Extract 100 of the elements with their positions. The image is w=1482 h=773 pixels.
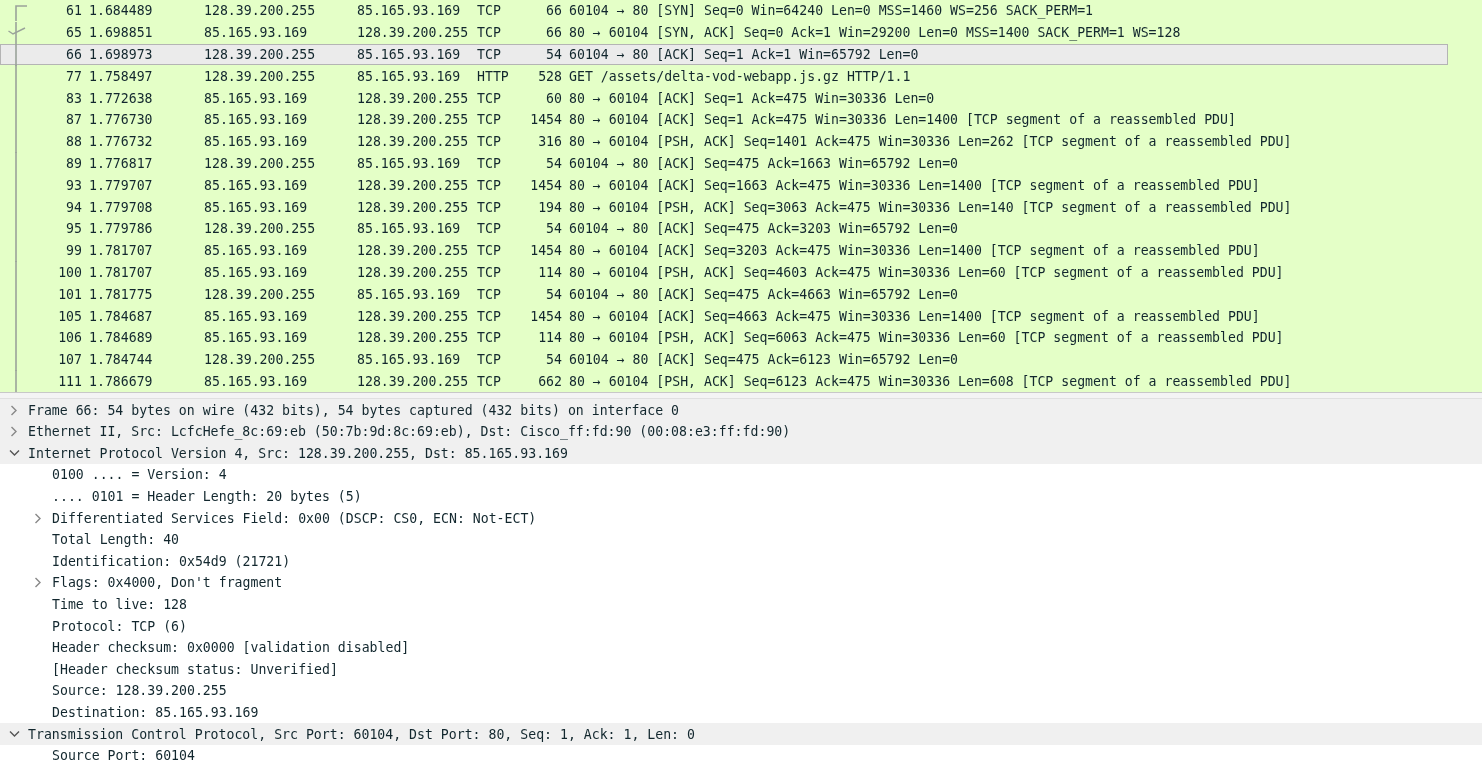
tree-item-text: Source Port: 60104 [52,748,195,764]
packet-info: 80 → 60104 [ACK] Seq=4663 Ack=475 Win=30336 Len=1400 [TCP segment of a reassembled PDU] [568,308,1260,324]
protocol: TCP [477,330,502,346]
destination-address: 128.39.200.255 [357,330,470,346]
packet-length: 1454 [529,243,562,259]
tree-line[interactable]: [Header checksum status: Unverified] [0,658,1482,681]
packet-time: 1.781775 [88,286,154,302]
packet-length: 114 [537,264,562,280]
tree-line[interactable]: Differentiated Services Field: 0x00 (DSCP: CS0, ECN: Not-ECT) [0,507,1482,529]
packet-row[interactable]: 94 1.779708 85.165.93.169 128.39.200.255 TCP 194 80 → 60104 [PSH, ACK] Seq=3063 Ack=475 Win=30336 Len=140 [TCP segment of a reassembled PDU] [0,196,1448,218]
packet-info: 80 → 60104 [PSH, ACK] Seq=1401 Ack=475 Win=30336 Len=262 [TCP segment of a reassembled PDU] [568,134,1292,150]
source-address: 85.165.93.169 [204,177,309,193]
packet-info: 80 → 60104 [ACK] Seq=1 Ack=475 Win=30336 Len=0 [568,90,935,106]
destination-address: 128.39.200.255 [357,90,470,106]
chevron-down-icon[interactable] [8,449,20,458]
packet-time: 1.698851 [88,25,154,41]
packet-row[interactable]: 106 1.784689 85.165.93.169 128.39.200.255 TCP 114 80 → 60104 [PSH, ACK] Seq=6063 Ack=475 Win=30336 Len=60 [TCP segment of a reassembled PDU] [0,326,1448,349]
protocol: TCP [477,155,502,171]
destination-address: 128.39.200.255 [357,308,470,324]
packet-row[interactable]: 65 1.698851 85.165.93.169 128.39.200.255 TCP 66 80 → 60104 [SYN, ACK] Seq=0 Ack=1 Win=29200 Len=0 MSS=1400 SACK_PERM=1 WS=128 [0,21,1448,44]
packet-number: 88 [65,134,82,150]
packet-length: 66 [545,3,562,19]
packet-number: 105 [57,308,82,324]
tree-line[interactable]: Total Length: 40 [0,528,1482,551]
packet-number: 100 [57,264,82,280]
tree-line[interactable]: Identification: 0x54d9 (21721) [0,550,1482,573]
packet-number: 95 [65,221,82,237]
packet-info: 60104 → 80 [ACK] Seq=1 Ack=1 Win=65792 Len=0 [568,47,919,62]
pane-splitter[interactable] [0,392,1482,400]
packet-length: 528 [537,68,562,84]
packet-row[interactable]: 88 1.776732 85.165.93.169 128.39.200.255 TCP 316 80 → 60104 [PSH, ACK] Seq=1401 Ack=475 Win=30336 Len=262 [TCP segment of a reassembled PDU] [0,130,1448,153]
packet-row[interactable]: 105 1.784687 85.165.93.169 128.39.200.255 TCP 1454 80 → 60104 [ACK] Seq=4663 Ack=475 Win=30336 Len=1400 [TCP segment of a reassembled PDU] [0,305,1448,327]
protocol: TCP [477,25,502,41]
packet-length: 662 [537,373,562,389]
destination-address: 85.165.93.169 [357,352,462,368]
packet-row[interactable]: 89 1.776817 128.39.200.255 85.165.93.169 TCP 54 60104 → 80 [ACK] Seq=475 Ack=1663 Win=65792 Len=0 [0,152,1448,175]
packet-length: 54 [545,47,562,62]
packet-time: 1.781707 [88,243,154,259]
packet-row[interactable]: 101 1.781775 128.39.200.255 85.165.93.169 TCP 54 60104 → 80 [ACK] Seq=475 Ack=4663 Win=65792 Len=0 [0,283,1448,306]
tree-line[interactable]: Protocol: TCP (6) [0,615,1482,637]
packet-number: 94 [65,199,82,215]
packet-info: 80 → 60104 [PSH, ACK] Seq=4603 Ack=475 Win=30336 Len=60 [TCP segment of a reassembled PDU] [568,264,1284,280]
protocol: TCP [477,177,502,193]
tree-line[interactable]: Header checksum: 0x0000 [validation disabled] [0,636,1482,659]
packet-time: 1.776730 [88,112,154,128]
packet-row[interactable]: 83 1.772638 85.165.93.169 128.39.200.255 TCP 60 80 → 60104 [ACK] Seq=1 Ack=475 Win=30336 Len=0 [0,87,1448,109]
packet-number: 65 [65,25,82,41]
destination-address: 85.165.93.169 [357,221,462,237]
packet-info: 80 → 60104 [ACK] Seq=3203 Ack=475 Win=30336 Len=1400 [TCP segment of a reassembled PDU] [568,243,1260,259]
packet-row[interactable]: 107 1.784744 128.39.200.255 85.165.93.169 TCP 54 60104 → 80 [ACK] Seq=475 Ack=6123 Win=65792 Len=0 [0,348,1448,371]
destination-address: 128.39.200.255 [357,243,470,259]
packet-row[interactable]: 111 1.786679 85.165.93.169 128.39.200.255 TCP 662 80 → 60104 [PSH, ACK] Seq=6123 Ack=475 Win=30336 Len=608 [TCP segment of a reassembled PDU] [0,370,1448,393]
source-address: 85.165.93.169 [204,134,309,150]
packet-row[interactable]: 99 1.781707 85.165.93.169 128.39.200.255 TCP 1454 80 → 60104 [ACK] Seq=3203 Ack=475 Win=30336 Len=1400 [TCP segment of a reassembled PDU] [0,239,1448,262]
protocol: TCP [477,373,502,389]
packet-number: 107 [57,352,82,368]
source-address: 128.39.200.255 [204,68,317,84]
chevron-down-icon[interactable] [8,730,20,739]
packet-number: 111 [57,373,82,389]
conversation-start-icon [15,5,27,22]
protocol: TCP [477,112,502,128]
packet-number: 61 [65,3,82,19]
chevron-right-icon[interactable] [10,404,18,416]
tree-item-text: 0100 .... = Version: 4 [52,467,227,483]
tree-item-text: Differentiated Services Field: 0x00 (DSCP: CS0, ECN: Not-ECT) [52,510,537,526]
packet-info: 80 → 60104 [SYN, ACK] Seq=0 Ack=1 Win=29200 Len=0 MSS=1400 SACK_PERM=1 WS=128 [568,25,1181,41]
source-address: 85.165.93.169 [204,308,309,324]
tree-line[interactable]: Destination: 85.165.93.169 [0,701,1482,724]
packet-info: 80 → 60104 [PSH, ACK] Seq=6063 Ack=475 Win=30336 Len=60 [TCP segment of a reassembled PDU] [568,330,1284,346]
check-line-icon [8,21,26,44]
source-address: 128.39.200.255 [204,3,317,19]
tree-item-text: Destination: 85.165.93.169 [52,704,259,720]
packet-row[interactable]: 77 1.758497 128.39.200.255 85.165.93.169 HTTP 528 GET /assets/delta-vod-webapp.js.gz HTTP/1.1 [0,65,1448,88]
source-address: 85.165.93.169 [204,25,309,41]
protocol: TCP [477,352,502,368]
tree-line[interactable]: Flags: 0x4000, Don't fragment [0,572,1482,594]
packet-row[interactable]: 61 1.684489 128.39.200.255 85.165.93.169 TCP 66 60104 → 80 [SYN] Seq=0 Win=64240 Len=0 MSS=1460 WS=256 SACK_PERM=1 [0,0,1448,22]
chevron-right-icon[interactable] [10,426,18,438]
packet-row[interactable]: 87 1.776730 85.165.93.169 128.39.200.255 TCP 1454 80 → 60104 [ACK] Seq=1 Ack=475 Win=30336 Len=1400 [TCP segment of a reassembled PDU] [0,109,1448,131]
tree-line[interactable]: 0100 .... = Version: 4 [0,464,1482,486]
chevron-right-icon[interactable] [34,512,42,524]
packet-time: 1.784689 [88,330,154,346]
packet-row[interactable]: 95 1.779786 128.39.200.255 85.165.93.169 TCP 54 60104 → 80 [ACK] Seq=475 Ack=3203 Win=65792 Len=0 [0,217,1448,240]
chevron-right-icon[interactable] [34,577,42,589]
packet-number: 87 [65,112,82,128]
packet-time: 1.779708 [88,199,154,215]
packet-length: 1454 [529,112,562,128]
packet-info: 80 → 60104 [PSH, ACK] Seq=6123 Ack=475 Win=30336 Len=608 [TCP segment of a reassembled PDU] [568,373,1292,389]
packet-row[interactable]: 100 1.781707 85.165.93.169 128.39.200.255 TCP 114 80 → 60104 [PSH, ACK] Seq=4603 Ack=475 Win=30336 Len=60 [TCP segment of a reassembled PDU] [0,261,1448,284]
packet-row[interactable]: 66 1.698973 128.39.200.255 85.165.93.169 TCP 54 60104 → 80 [ACK] Seq=1 Ack=1 Win=65792 Len=0 [0,43,1448,66]
tree-line[interactable]: Time to live: 128 [0,593,1482,616]
tree-line[interactable]: Source: 128.39.200.255 [0,680,1482,702]
packet-row[interactable]: 93 1.779707 85.165.93.169 128.39.200.255 TCP 1454 80 → 60104 [ACK] Seq=1663 Ack=475 Win=30336 Len=1400 [TCP segment of a reassembled PDU] [0,174,1448,197]
packet-number: 66 [65,47,82,62]
packet-info: 60104 → 80 [ACK] Seq=475 Ack=1663 Win=65792 Len=0 [568,155,959,171]
packet-info: 80 → 60104 [PSH, ACK] Seq=3063 Ack=475 Win=30336 Len=140 [TCP segment of a reassembled PDU] [568,199,1292,215]
tree-line[interactable]: Source Port: 60104 [0,744,1482,767]
protocol: TCP [477,243,502,259]
tree-line[interactable]: .... 0101 = Header Length: 20 bytes (5) [0,485,1482,508]
tree-item-text: Frame 66: 54 bytes on wire (432 bits), 54 bytes captured (432 bits) on interface 0 [28,402,680,418]
